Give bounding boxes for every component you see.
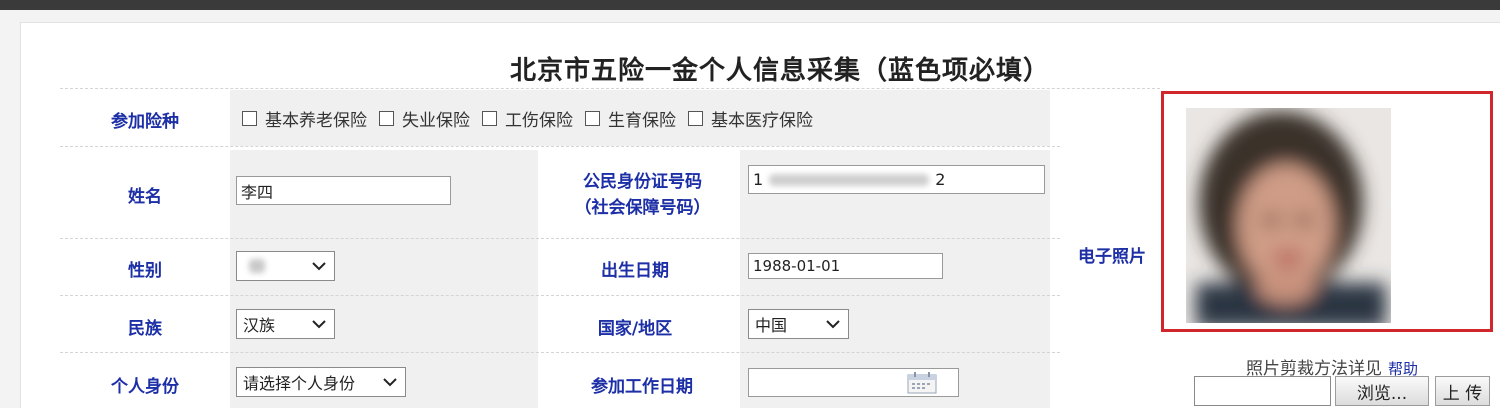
- row-separator: [60, 88, 1160, 89]
- upload-button[interactable]: 上 传: [1435, 376, 1490, 406]
- form-title: 北京市五险一金个人信息采集（蓝色项必填）: [509, 56, 1050, 86]
- browse-button[interactable]: 浏览...: [1335, 376, 1429, 406]
- portrait-photo: [1186, 108, 1391, 323]
- id-number-input[interactable]: 1 2: [748, 165, 1045, 194]
- redacted-gender-value: [249, 259, 265, 273]
- country-select[interactable]: 中国: [748, 309, 849, 339]
- chevron-down-icon: [383, 378, 397, 387]
- checkbox[interactable]: [379, 110, 394, 126]
- country-label: 国家/地区: [597, 319, 673, 339]
- name-input[interactable]: 李四: [236, 176, 451, 205]
- gender-label: 性别: [128, 261, 162, 281]
- checkbox[interactable]: [482, 110, 497, 126]
- checkbox[interactable]: [585, 110, 600, 126]
- birth-date-label: 出生日期: [601, 261, 669, 281]
- calendar-icon[interactable]: [906, 371, 938, 395]
- chevron-down-icon: [312, 320, 326, 329]
- window-top-bar: [0, 0, 1500, 10]
- insurance-label: 参加险种: [111, 112, 179, 132]
- checkbox[interactable]: [688, 110, 703, 126]
- photo-label: 电子照片: [1078, 247, 1146, 267]
- insurance-option-injury[interactable]: 工伤保险: [482, 106, 573, 131]
- name-label: 姓名: [128, 187, 162, 207]
- chevron-down-icon: [826, 320, 840, 329]
- row-separator: [60, 352, 1060, 353]
- id-number-label-line2: （社会保障号码）: [574, 198, 711, 218]
- work-start-label: 参加工作日期: [591, 377, 693, 397]
- row-separator: [60, 238, 1060, 239]
- ethnicity-select[interactable]: 汉族: [236, 309, 335, 339]
- row-separator: [60, 295, 1060, 296]
- gender-select[interactable]: [236, 251, 335, 281]
- birth-date-input[interactable]: 1988-01-01: [748, 253, 943, 279]
- ethnicity-label: 民族: [128, 319, 162, 339]
- redacted-id-digits: [769, 173, 930, 186]
- insurance-option-maternity[interactable]: 生育保险: [585, 106, 676, 131]
- insurance-option-unemployment[interactable]: 失业保险: [379, 106, 470, 131]
- checkbox[interactable]: [242, 110, 257, 126]
- identity-label: 个人身份: [111, 377, 179, 397]
- id-number-label-line1: 公民身份证号码: [583, 172, 702, 192]
- identity-select[interactable]: 请选择个人身份: [236, 367, 406, 397]
- insurance-option-medical[interactable]: 基本医疗保险: [688, 106, 813, 131]
- insurance-options: 基本养老保险 失业保险 工伤保险 生育保险 基本医疗保险: [242, 106, 825, 131]
- insurance-option-pension[interactable]: 基本养老保险: [242, 106, 367, 131]
- row-separator: [60, 146, 1060, 147]
- photo-file-input[interactable]: [1194, 376, 1331, 406]
- chevron-down-icon: [312, 262, 326, 271]
